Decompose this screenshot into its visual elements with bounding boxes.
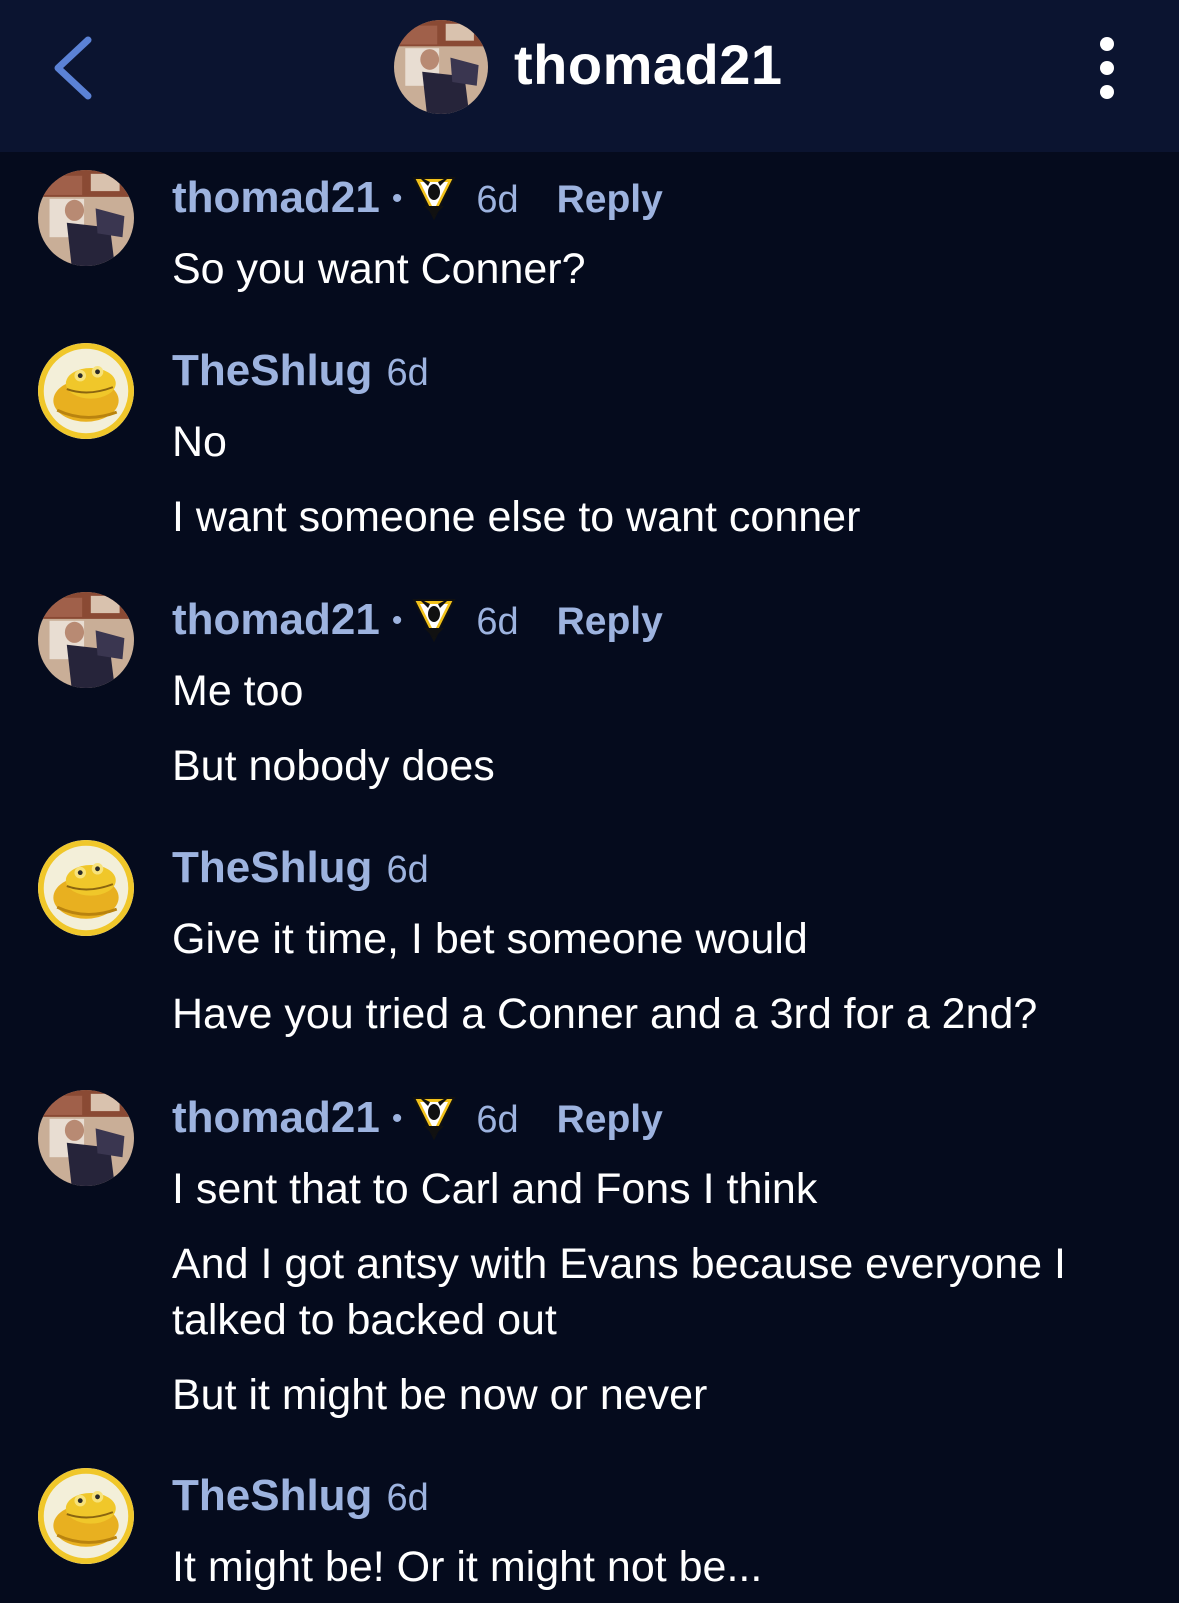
message-text: So you want Conner? bbox=[172, 245, 586, 293]
comment-meta: thomad21 • 6d Reply bbox=[172, 592, 663, 648]
avatar[interactable] bbox=[38, 592, 134, 688]
comment-meta: TheShlug 6d bbox=[172, 1468, 429, 1524]
message-text: I want someone else to want conner bbox=[172, 493, 861, 541]
timestamp: 6d bbox=[386, 849, 429, 891]
avatar[interactable] bbox=[38, 1090, 134, 1186]
message-text: Have you tried a Conner and a 3rd for a … bbox=[172, 990, 1038, 1038]
message-text: It might be! Or it might not be... bbox=[172, 1543, 763, 1591]
chevron-left-icon[interactable] bbox=[44, 32, 104, 104]
separator-dot: • bbox=[391, 182, 403, 215]
penguins-logo-icon bbox=[413, 1095, 456, 1139]
comment-meta: thomad21 • 6d Reply bbox=[172, 1090, 663, 1146]
timestamp: 6d bbox=[386, 1477, 429, 1519]
avatar[interactable] bbox=[38, 170, 134, 266]
avatar[interactable] bbox=[394, 20, 488, 114]
avatar[interactable] bbox=[38, 1468, 134, 1564]
timestamp: 6d bbox=[386, 352, 429, 394]
timestamp: 6d bbox=[476, 1099, 519, 1141]
username[interactable]: TheShlug bbox=[172, 843, 372, 892]
username[interactable]: thomad21 bbox=[172, 173, 380, 222]
timestamp: 6d bbox=[476, 179, 519, 221]
comment-meta: thomad21 • 6d Reply bbox=[172, 170, 663, 226]
message-text: Give it time, I bet someone would bbox=[172, 915, 808, 963]
message-text: No bbox=[172, 418, 227, 466]
message-text: I sent that to Carl and Fons I think bbox=[172, 1165, 818, 1213]
separator-dot: • bbox=[391, 1102, 403, 1135]
page-title[interactable]: thomad21 bbox=[514, 30, 783, 100]
avatar[interactable] bbox=[38, 840, 134, 936]
username[interactable]: TheShlug bbox=[172, 1471, 372, 1520]
reply-button[interactable]: Reply bbox=[557, 600, 663, 643]
message-text: And I got antsy with Evans because every… bbox=[172, 1240, 1066, 1344]
reply-button[interactable]: Reply bbox=[557, 178, 663, 221]
username[interactable]: thomad21 bbox=[172, 595, 380, 644]
message-text: But it might be now or never bbox=[172, 1371, 708, 1419]
message-text: But nobody does bbox=[172, 742, 495, 790]
penguins-logo-icon bbox=[413, 597, 456, 641]
message-text: Me too bbox=[172, 667, 304, 715]
username[interactable]: TheShlug bbox=[172, 346, 372, 395]
comment-meta: TheShlug 6d bbox=[172, 840, 429, 896]
comment-meta: TheShlug 6d bbox=[172, 343, 429, 399]
reply-button[interactable]: Reply bbox=[557, 1098, 663, 1141]
username[interactable]: thomad21 bbox=[172, 1093, 380, 1142]
top-bar: thomad21 bbox=[0, 0, 1179, 152]
timestamp: 6d bbox=[476, 601, 519, 643]
avatar[interactable] bbox=[38, 343, 134, 439]
penguins-logo-icon bbox=[413, 175, 456, 219]
separator-dot: • bbox=[391, 604, 403, 637]
more-vertical-icon[interactable] bbox=[1090, 36, 1124, 100]
